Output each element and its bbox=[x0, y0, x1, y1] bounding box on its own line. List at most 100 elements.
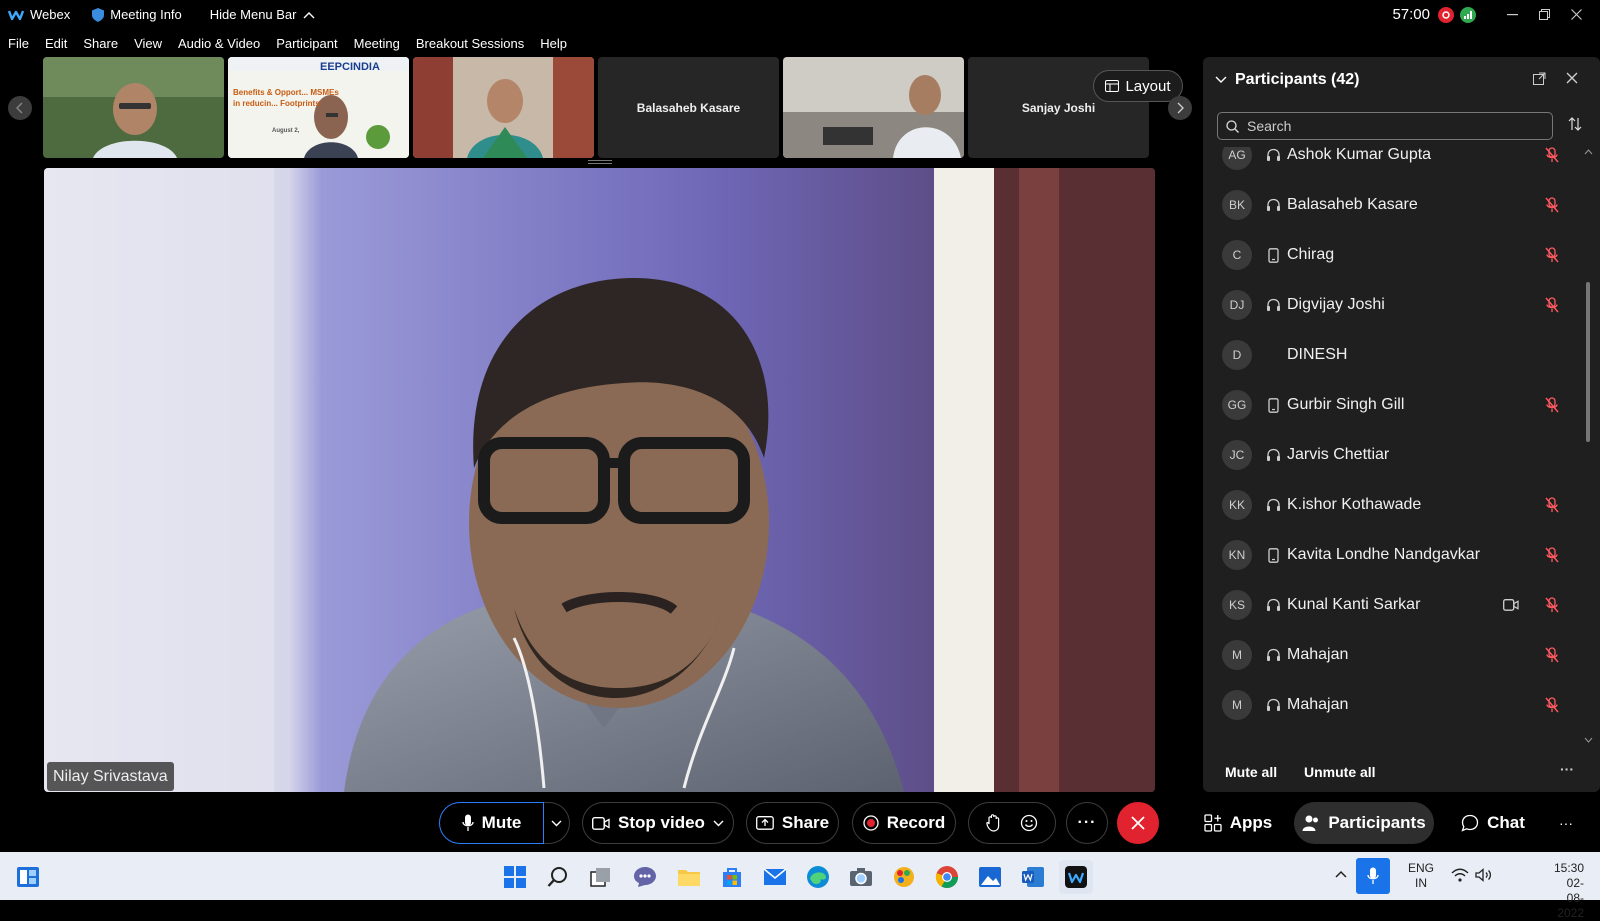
video-tile[interactable]: EEPCINDIA Benefits & Opport... MSMEs in … bbox=[228, 57, 409, 158]
muted-microphone-icon[interactable] bbox=[1545, 197, 1559, 213]
muted-microphone-icon[interactable] bbox=[1545, 397, 1559, 413]
participant-row[interactable]: KN Kavita Londhe Nandgavkar bbox=[1203, 530, 1583, 580]
paint-app-icon[interactable] bbox=[887, 860, 921, 894]
word-app-icon[interactable] bbox=[1016, 860, 1050, 894]
menu-view[interactable]: View bbox=[134, 36, 162, 51]
apps-button[interactable]: Apps bbox=[1197, 802, 1279, 844]
sort-icon[interactable] bbox=[1568, 117, 1582, 131]
participant-row[interactable]: AG Ashok Kumar Gupta bbox=[1203, 147, 1583, 180]
participant-row[interactable]: C Chirag bbox=[1203, 230, 1583, 280]
meeting-info-button[interactable]: Meeting Info bbox=[92, 7, 182, 22]
recording-indicator-icon[interactable] bbox=[1438, 6, 1454, 23]
share-button[interactable]: Share bbox=[746, 802, 839, 844]
language-indicator[interactable]: ENG IN bbox=[1408, 861, 1434, 891]
record-button[interactable]: Record bbox=[852, 802, 956, 844]
minimize-icon[interactable] bbox=[1496, 0, 1528, 29]
participant-row[interactable]: JC Jarvis Chettiar bbox=[1203, 430, 1583, 480]
camera-app-icon[interactable] bbox=[844, 860, 878, 894]
participant-row[interactable]: D DINESH bbox=[1203, 330, 1583, 380]
participant-search-input[interactable]: Search bbox=[1217, 112, 1553, 140]
chevron-up-icon[interactable] bbox=[1335, 870, 1347, 878]
filmstrip-next-button[interactable] bbox=[1168, 96, 1192, 120]
layout-button[interactable]: Layout bbox=[1093, 70, 1183, 102]
muted-microphone-icon[interactable] bbox=[1545, 597, 1559, 613]
participant-video-feed bbox=[43, 57, 224, 158]
participants-button[interactable]: Participants bbox=[1294, 802, 1434, 844]
photos-app-icon[interactable] bbox=[973, 860, 1007, 894]
volume-icon[interactable] bbox=[1475, 868, 1493, 882]
menu-edit[interactable]: Edit bbox=[45, 36, 67, 51]
video-tile[interactable] bbox=[413, 57, 594, 158]
widgets-icon[interactable] bbox=[11, 860, 45, 894]
collapse-chevron-icon[interactable] bbox=[1215, 76, 1227, 84]
muted-microphone-icon[interactable] bbox=[1545, 297, 1559, 313]
participant-row[interactable]: M Mahajan bbox=[1203, 680, 1583, 730]
menu-participant[interactable]: Participant bbox=[276, 36, 337, 51]
menu-breakout-sessions[interactable]: Breakout Sessions bbox=[416, 36, 524, 51]
webex-taskbar-icon[interactable] bbox=[1059, 860, 1093, 894]
participant-row[interactable]: DJ Digvijay Joshi bbox=[1203, 280, 1583, 330]
active-speaker-video[interactable] bbox=[44, 168, 1155, 792]
scroll-down-icon[interactable] bbox=[1584, 737, 1593, 743]
pop-out-icon[interactable] bbox=[1533, 72, 1546, 85]
muted-microphone-icon[interactable] bbox=[1545, 247, 1559, 263]
hide-menu-bar-button[interactable]: Hide Menu Bar bbox=[210, 7, 315, 22]
wifi-icon[interactable] bbox=[1451, 868, 1469, 882]
filmstrip-prev-button[interactable] bbox=[8, 96, 32, 120]
headset-icon bbox=[1265, 697, 1281, 713]
muted-microphone-icon[interactable] bbox=[1545, 647, 1559, 663]
raise-hand-icon[interactable] bbox=[986, 814, 1000, 832]
windows-start-icon[interactable] bbox=[498, 860, 532, 894]
teams-chat-icon[interactable] bbox=[628, 860, 662, 894]
video-tile-name-only[interactable]: Balasaheb Kasare bbox=[598, 57, 779, 158]
chat-button[interactable]: Chat bbox=[1452, 802, 1534, 844]
audio-options-dropdown[interactable] bbox=[544, 802, 570, 844]
participant-row[interactable]: GG Gurbir Singh Gill bbox=[1203, 380, 1583, 430]
menu-share[interactable]: Share bbox=[83, 36, 118, 51]
search-icon[interactable] bbox=[541, 860, 575, 894]
menu-audio-video[interactable]: Audio & Video bbox=[178, 36, 260, 51]
participant-row[interactable]: M Mahajan bbox=[1203, 630, 1583, 680]
microphone-in-use-icon[interactable] bbox=[1356, 858, 1390, 894]
leave-meeting-button[interactable] bbox=[1117, 802, 1159, 844]
muted-microphone-icon[interactable] bbox=[1545, 497, 1559, 513]
video-tile[interactable] bbox=[43, 57, 224, 158]
menu-help[interactable]: Help bbox=[540, 36, 567, 51]
file-explorer-icon[interactable] bbox=[672, 860, 706, 894]
more-options-button[interactable]: ··· bbox=[1066, 802, 1108, 844]
task-view-icon[interactable] bbox=[584, 860, 618, 894]
mute-button[interactable]: Mute bbox=[439, 802, 544, 844]
muted-microphone-icon[interactable] bbox=[1545, 697, 1559, 713]
more-options-icon[interactable]: ··· bbox=[1560, 761, 1574, 777]
mute-all-button[interactable]: Mute all bbox=[1225, 764, 1277, 780]
unmute-all-button[interactable]: Unmute all bbox=[1304, 764, 1376, 780]
close-window-icon[interactable] bbox=[1560, 0, 1592, 29]
menu-file[interactable]: File bbox=[8, 36, 29, 51]
restore-icon[interactable] bbox=[1528, 0, 1560, 29]
participant-name: Chirag bbox=[1287, 246, 1335, 263]
filmstrip-resize-handle[interactable] bbox=[588, 160, 612, 164]
close-icon bbox=[1131, 816, 1145, 830]
participant-row[interactable]: KS Kunal Kanti Sarkar bbox=[1203, 580, 1583, 630]
panel-more-button[interactable]: ··· bbox=[1546, 802, 1586, 844]
edge-browser-icon[interactable] bbox=[801, 860, 835, 894]
microsoft-store-icon[interactable] bbox=[715, 860, 749, 894]
chrome-browser-icon[interactable] bbox=[930, 860, 964, 894]
clock[interactable]: 15:30 02-08-2022 bbox=[1554, 861, 1584, 921]
scroll-up-icon[interactable] bbox=[1584, 149, 1593, 155]
participant-row[interactable]: KK K.ishor Kothawade bbox=[1203, 480, 1583, 530]
participant-video-feed bbox=[413, 57, 594, 158]
video-tile[interactable] bbox=[783, 57, 964, 158]
network-health-icon[interactable] bbox=[1460, 6, 1476, 23]
menu-meeting[interactable]: Meeting bbox=[354, 36, 400, 51]
participant-row[interactable]: BK Balasaheb Kasare bbox=[1203, 180, 1583, 230]
webex-app[interactable]: Webex bbox=[8, 7, 70, 22]
muted-microphone-icon[interactable] bbox=[1545, 547, 1559, 563]
reactions-icon[interactable] bbox=[1020, 814, 1038, 832]
muted-microphone-icon[interactable] bbox=[1545, 147, 1559, 163]
participant-list-scrollbar[interactable] bbox=[1586, 282, 1590, 442]
video-options-chevron-icon[interactable] bbox=[713, 820, 724, 827]
close-panel-icon[interactable] bbox=[1566, 72, 1578, 84]
stop-video-button[interactable]: Stop video bbox=[582, 802, 734, 844]
mail-icon[interactable] bbox=[758, 860, 792, 894]
